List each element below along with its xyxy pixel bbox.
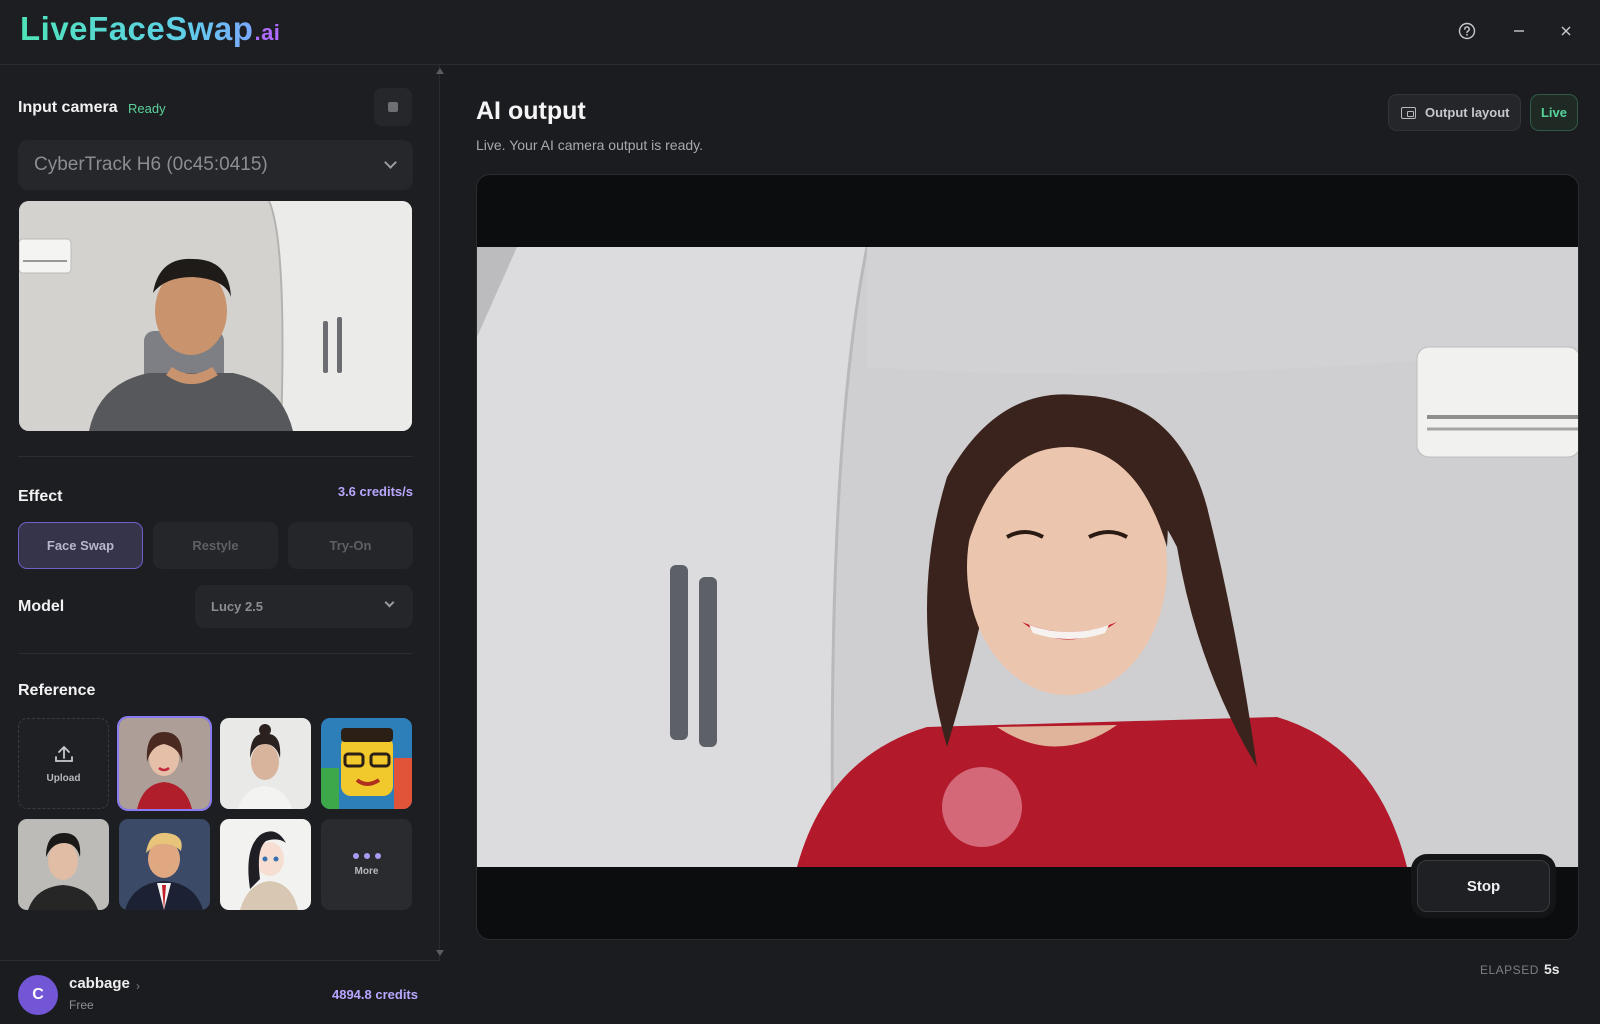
chevron-down-icon [384,156,397,169]
output-viewer [476,174,1579,940]
upload-reference-button[interactable]: Upload [18,718,109,809]
ai-output-video [477,247,1578,867]
reference-thumbnail[interactable] [117,716,212,811]
reference-thumbnail[interactable] [220,718,311,809]
divider [18,456,413,457]
more-references-button[interactable]: More [321,819,412,910]
more-dots-icon [352,853,381,859]
reference-thumbnail[interactable] [119,819,210,910]
upload-icon [54,746,73,762]
picture-in-picture-icon [1401,106,1416,119]
more-label: More [354,866,379,877]
tab-try-on[interactable]: Try-On [288,522,413,569]
elapsed-label: ELAPSED [1480,963,1539,977]
help-icon[interactable] [1452,16,1482,46]
camera-status-badge: Ready [128,101,166,116]
stop-square-icon [388,102,398,112]
user-plan: Free [69,998,94,1012]
minimize-icon[interactable] [1504,16,1534,46]
scroll-down-arrow-icon[interactable] [436,950,444,956]
camera-select-value: CyberTrack H6 (0c45:0415) [34,154,268,175]
output-layout-label: Output layout [1425,105,1510,120]
upload-label: Upload [46,773,81,784]
camera-select[interactable]: CyberTrack H6 (0c45:0415) [18,140,413,190]
reference-thumbnail[interactable] [18,819,109,910]
logo-suffix: .ai [254,20,281,45]
page-title: AI output [476,97,586,125]
model-select[interactable]: Lucy 2.5 [195,585,413,628]
reference-thumbnail[interactable] [321,718,412,809]
input-camera-title: Input camera [18,99,118,116]
effect-title: Effect [18,488,63,505]
tab-face-swap[interactable]: Face Swap [18,522,143,569]
elapsed-value: 5s [1544,961,1560,977]
camera-stop-button[interactable] [374,88,412,126]
tab-restyle[interactable]: Restyle [153,522,278,569]
credits-rate: 3.6 credits/s [337,484,413,499]
live-badge[interactable]: Live [1530,94,1578,131]
logo-text: LiveFaceSwap [20,10,254,47]
page-subtitle: Live. Your AI camera output is ready. [476,137,703,153]
scroll-up-arrow-icon[interactable] [436,68,444,74]
stop-button[interactable]: Stop [1417,860,1550,912]
camera-preview [19,201,412,431]
avatar: C [18,975,58,1015]
divider [18,653,413,654]
reference-thumbnail[interactable] [220,819,311,910]
model-select-value: Lucy 2.5 [211,599,264,614]
reference-title: Reference [18,682,96,699]
app-logo: LiveFaceSwap .ai [20,10,280,48]
close-icon[interactable] [1551,16,1581,46]
user-footer[interactable]: C cabbage › Free 4894.8 credits [0,960,440,1024]
model-title: Model [18,598,65,615]
chevron-down-icon [384,597,395,608]
title-bar: LiveFaceSwap .ai [0,0,1600,65]
chevron-right-icon: › [136,979,140,993]
user-name[interactable]: cabbage [69,975,130,992]
credits-balance: 4894.8 credits [331,987,418,1002]
output-layout-button[interactable]: Output layout [1388,94,1521,131]
